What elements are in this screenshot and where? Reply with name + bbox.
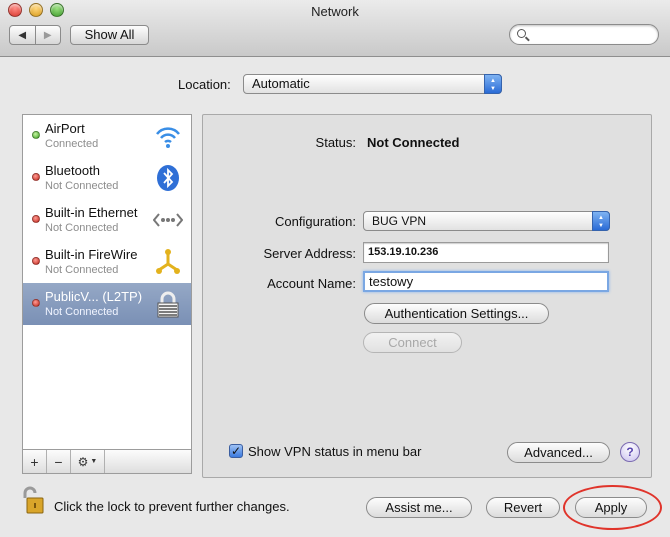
popup-arrows-icon: ▲ ▼ bbox=[484, 74, 502, 94]
status-indicator-icon bbox=[32, 173, 40, 181]
status-label: Status: bbox=[315, 135, 356, 150]
apply-highlight-annotation bbox=[563, 485, 662, 530]
service-actions-button[interactable]: ⚙ ▼ bbox=[71, 450, 105, 473]
status-indicator-icon bbox=[32, 131, 40, 139]
server-address-label: Server Address: bbox=[263, 246, 357, 261]
ethernet-icon bbox=[153, 213, 183, 227]
service-status: Not Connected bbox=[45, 264, 119, 276]
service-item-bluetooth[interactable]: Bluetooth Not Connected bbox=[23, 157, 191, 199]
vpn-detail-pane: Status: Not Connected Configuration: BUG… bbox=[202, 114, 652, 478]
location-value: Automatic bbox=[252, 76, 310, 91]
remove-service-button[interactable]: − bbox=[47, 450, 71, 473]
service-status: Not Connected bbox=[45, 222, 119, 234]
location-label: Location: bbox=[178, 77, 231, 92]
service-status: Connected bbox=[45, 138, 99, 150]
search-icon bbox=[517, 29, 526, 38]
title-bar: Network ◀ ▶ Show All bbox=[0, 0, 670, 57]
show-vpn-status-checkbox[interactable]: ✓ bbox=[229, 444, 243, 458]
service-item-airport[interactable]: AirPort Connected bbox=[23, 115, 191, 157]
configuration-popup[interactable]: BUG VPN ▲ ▼ bbox=[363, 211, 610, 231]
service-name: Built-in FireWire bbox=[45, 247, 138, 262]
configuration-value: BUG VPN bbox=[372, 214, 427, 228]
back-arrow-icon[interactable]: ◀ bbox=[10, 26, 35, 44]
service-name: AirPort bbox=[45, 121, 85, 136]
back-forward-control: ◀ ▶ bbox=[9, 25, 61, 45]
service-status: Not Connected bbox=[45, 306, 119, 318]
advanced-button[interactable]: Advanced... bbox=[507, 442, 610, 463]
unlocked-padlock-icon[interactable] bbox=[22, 485, 44, 515]
services-list: AirPort Connected Bluetooth Not Connecte… bbox=[22, 114, 192, 450]
show-all-button[interactable]: Show All bbox=[70, 25, 149, 45]
gear-icon: ⚙ bbox=[77, 454, 89, 469]
assist-me-button[interactable]: Assist me... bbox=[366, 497, 472, 518]
service-status: Not Connected bbox=[45, 180, 119, 192]
service-name: Bluetooth bbox=[45, 163, 100, 178]
chevron-down-icon: ▼ bbox=[90, 458, 98, 465]
account-name-field[interactable]: testowy bbox=[363, 271, 609, 292]
server-address-field[interactable]: 153.19.10.236 bbox=[363, 242, 609, 263]
service-name: Built-in Ethernet bbox=[45, 205, 138, 220]
search-field[interactable] bbox=[509, 24, 659, 45]
show-vpn-status-label[interactable]: Show VPN status in menu bar bbox=[248, 444, 421, 459]
service-item-built-in-ethernet[interactable]: Built-in Ethernet Not Connected bbox=[23, 199, 191, 241]
network-preferences-window: Network ◀ ▶ Show All Location: Automatic… bbox=[0, 0, 670, 537]
account-name-label: Account Name: bbox=[267, 276, 356, 291]
service-name: PublicV... (L2TP) bbox=[45, 289, 143, 304]
authentication-settings-button[interactable]: Authentication Settings... bbox=[364, 303, 549, 324]
popup-arrows-icon: ▲ ▼ bbox=[592, 211, 610, 231]
configuration-label: Configuration: bbox=[275, 214, 356, 229]
wifi-icon bbox=[156, 127, 180, 148]
add-service-button[interactable]: + bbox=[23, 450, 47, 473]
lock-message: Click the lock to prevent further change… bbox=[54, 499, 290, 514]
vpn-lock-icon bbox=[157, 291, 179, 318]
service-item-publicvpn-l2tp[interactable]: PublicV... (L2TP) Not Connected bbox=[23, 283, 191, 325]
status-indicator-icon bbox=[32, 257, 40, 265]
firewire-icon bbox=[156, 249, 180, 274]
status-indicator-icon bbox=[32, 215, 40, 223]
status-indicator-icon bbox=[32, 299, 40, 307]
services-list-controls: + − ⚙ ▼ bbox=[22, 450, 192, 474]
service-item-built-in-firewire[interactable]: Built-in FireWire Not Connected bbox=[23, 241, 191, 283]
location-popup[interactable]: Automatic ▲ ▼ bbox=[243, 74, 502, 94]
forward-arrow-icon[interactable]: ▶ bbox=[34, 26, 61, 44]
bluetooth-icon bbox=[157, 165, 179, 191]
connect-button[interactable]: Connect bbox=[363, 332, 462, 353]
window-title: Network bbox=[311, 4, 359, 19]
help-icon[interactable]: ? bbox=[620, 442, 640, 462]
revert-button[interactable]: Revert bbox=[486, 497, 560, 518]
status-value: Not Connected bbox=[367, 135, 460, 150]
